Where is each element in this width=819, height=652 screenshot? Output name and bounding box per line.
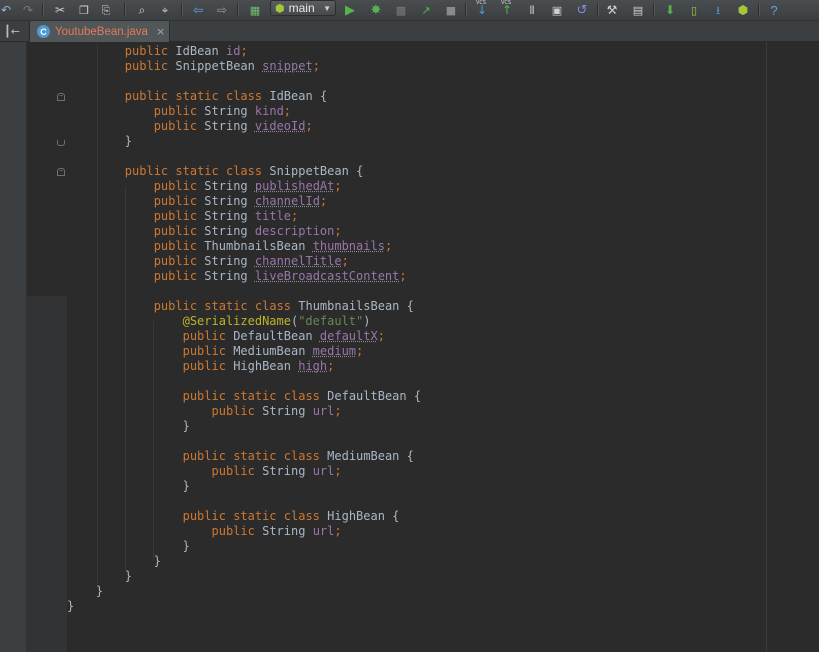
close-icon[interactable]: ×: [156, 25, 165, 38]
code-line[interactable]: public String description;: [67, 224, 342, 239]
cut-icon[interactable]: ✂: [50, 1, 70, 19]
android-icon: ⬢: [275, 2, 285, 15]
code-line[interactable]: }: [67, 569, 132, 584]
replace-icon[interactable]: ⌖: [155, 1, 175, 19]
find-icon[interactable]: ⌕: [132, 1, 152, 19]
redo-icon[interactable]: ↷: [18, 1, 38, 19]
forward-icon[interactable]: ⇨: [212, 1, 232, 19]
code-line[interactable]: public static class HighBean {: [67, 509, 400, 524]
code-line[interactable]: public DefaultBean defaultX;: [67, 329, 385, 344]
fold-toggle[interactable]: [57, 140, 65, 146]
fold-toggle[interactable]: −: [57, 168, 65, 176]
code-line[interactable]: public static class IdBean {: [67, 89, 327, 104]
code-line[interactable]: public String videoId;: [67, 119, 313, 134]
error-stripe[interactable]: [767, 42, 819, 652]
code-line[interactable]: public String liveBroadcastContent;: [67, 269, 407, 284]
debug-icon[interactable]: ✸: [366, 1, 386, 19]
code-line[interactable]: public String title;: [67, 209, 299, 224]
vcs-update-label: VCS: [476, 0, 487, 6]
code-line[interactable]: public String url;: [67, 524, 342, 539]
code-line[interactable]: }: [67, 554, 161, 569]
code-line[interactable]: public String channelId;: [67, 194, 327, 209]
android-monitor-icon[interactable]: ⬢: [733, 1, 753, 19]
avd-manager-icon[interactable]: ▯: [684, 1, 704, 19]
code-line[interactable]: public HighBean high;: [67, 359, 335, 374]
project-structure-icon[interactable]: ▤: [628, 1, 648, 19]
paste-icon[interactable]: ⎘: [96, 1, 116, 19]
code-line[interactable]: public String url;: [67, 404, 342, 419]
fold-toggle[interactable]: −: [57, 93, 65, 101]
stop-icon[interactable]: ■: [441, 1, 461, 19]
editor-gutter-highlight: [27, 296, 67, 652]
java-class-icon: C: [37, 25, 50, 38]
undo-icon[interactable]: ↶: [0, 1, 16, 19]
code-line[interactable]: public String url;: [67, 464, 342, 479]
code-line[interactable]: public SnippetBean snippet;: [67, 59, 320, 74]
code-line[interactable]: public static class MediumBean {: [67, 449, 414, 464]
editor-tab-bar: ┃← C YoutubeBean.java ×: [0, 21, 819, 42]
back-icon[interactable]: ⇦: [188, 1, 208, 19]
vcs-compare-icon[interactable]: ⫴: [522, 1, 542, 19]
code-line[interactable]: public IdBean id;: [67, 44, 248, 59]
code-line[interactable]: }: [67, 539, 190, 554]
code-line[interactable]: public String kind;: [67, 104, 291, 119]
help-icon[interactable]: ?: [764, 1, 784, 19]
code-line[interactable]: }: [67, 599, 74, 614]
code-line[interactable]: }: [67, 584, 103, 599]
copy-icon[interactable]: ❐: [74, 1, 94, 19]
code-line[interactable]: }: [67, 134, 132, 149]
code-line[interactable]: public static class SnippetBean {: [67, 164, 364, 179]
code-line[interactable]: public String channelTitle;: [67, 254, 349, 269]
run-config-label: main: [288, 1, 315, 15]
sdk-manager-icon[interactable]: ⭳: [708, 1, 728, 19]
left-tool-window-strip: [0, 42, 27, 652]
vcs-history-icon[interactable]: ▣: [547, 1, 567, 19]
tab-youtubebean-java[interactable]: C YoutubeBean.java ×: [29, 21, 170, 42]
vcs-commit-label: VCS: [501, 0, 512, 6]
code-line[interactable]: }: [67, 479, 190, 494]
sync-gradle-icon[interactable]: ⬇: [660, 1, 680, 19]
coverage-icon[interactable]: ▩: [391, 1, 411, 19]
code-line[interactable]: @SerializedName("default"): [67, 314, 371, 329]
vcs-revert-icon[interactable]: ↺: [572, 1, 592, 19]
main-toolbar: ↶ ↷ ✂ ❐ ⎘ ⌕ ⌖ ⇦ ⇨ ▦ ⬢ main ▼ ▶ ✸ ▩ ↗ ■ ↓…: [0, 0, 819, 21]
run-config-dropdown[interactable]: ⬢ main ▼: [270, 0, 336, 16]
tab-label: YoutubeBean.java: [55, 25, 148, 38]
attach-debugger-icon[interactable]: ↗: [416, 1, 436, 19]
code-line[interactable]: public static class DefaultBean {: [67, 389, 422, 404]
chevron-down-icon: ▼: [323, 3, 331, 13]
code-line[interactable]: public String publishedAt;: [67, 179, 342, 194]
code-line[interactable]: public ThumbnailsBean thumbnails;: [67, 239, 392, 254]
make-project-icon[interactable]: ▦: [245, 1, 265, 19]
code-line[interactable]: public static class ThumbnailsBean {: [67, 299, 414, 314]
collapse-panel-icon[interactable]: ┃←: [2, 24, 22, 38]
settings-icon[interactable]: ⚒: [602, 1, 622, 19]
code-line[interactable]: }: [67, 419, 190, 434]
run-icon[interactable]: ▶: [340, 1, 360, 19]
code-line[interactable]: public MediumBean medium;: [67, 344, 364, 359]
